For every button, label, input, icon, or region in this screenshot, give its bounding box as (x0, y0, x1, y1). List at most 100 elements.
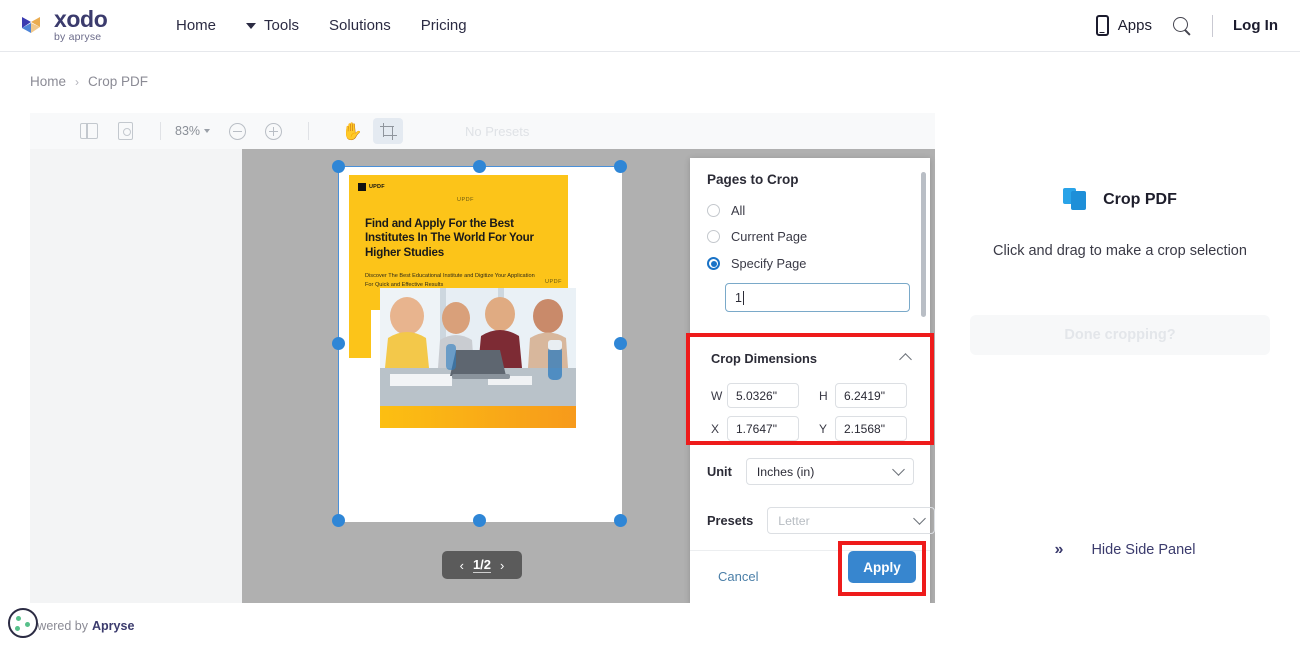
apps-button[interactable]: Apps (1096, 15, 1152, 36)
unit-row: Unit Inches (in) (707, 458, 914, 485)
side-panel-icon (80, 123, 98, 139)
crop-handle-top-right[interactable] (614, 160, 627, 173)
presets-select[interactable]: Letter (767, 507, 935, 534)
nav-item-tools-label: Tools (264, 17, 299, 34)
zoom-out-button[interactable] (222, 118, 252, 144)
zoom-level-dropdown[interactable]: 83% (175, 124, 210, 138)
toolbar-divider-2 (308, 122, 309, 140)
side-panel-title: Crop PDF (1103, 191, 1177, 209)
xodo-logo-icon (18, 11, 48, 41)
crop-handle-bottom-right[interactable] (614, 514, 627, 527)
zoom-in-button[interactable] (258, 118, 288, 144)
crop-handle-top-center[interactable] (473, 160, 486, 173)
page-view-button[interactable] (110, 118, 140, 144)
crop-pdf-icon (1063, 186, 1091, 214)
pdf-brand-logo: UPDF (358, 183, 385, 191)
chevron-up-icon[interactable] (899, 353, 912, 366)
radio-icon-selected (707, 257, 720, 270)
nav-item-pricing[interactable]: Pricing (421, 17, 467, 34)
panel-scrollbar[interactable] (921, 172, 926, 317)
top-navigation-bar: xodo by apryse Home Tools Solutions Pric… (0, 0, 1300, 52)
pdf-logo-text: UPDF (369, 184, 385, 190)
width-input[interactable]: 5.0326" (727, 383, 799, 408)
right-side-panel: Crop PDF Click and drag to make a crop s… (940, 113, 1300, 604)
crop-handle-bottom-center[interactable] (473, 514, 486, 527)
pdf-footer-bar (380, 406, 576, 428)
x-field[interactable]: X 1.7647" (711, 416, 799, 441)
radio-option-all[interactable]: All (707, 203, 745, 218)
apply-button[interactable]: Apply (848, 551, 916, 583)
breadcrumb: Home › Crop PDF (30, 74, 148, 89)
brand-logo-link[interactable]: xodo by apryse (18, 8, 138, 43)
chevron-down-icon (913, 512, 926, 525)
crop-dimensions-section: Crop Dimensions W 5.0326" H 6.2419" X 1.… (690, 337, 930, 441)
hide-side-panel-button[interactable]: » Hide Side Panel (960, 541, 1290, 559)
crop-selection-box[interactable]: UPDF UPDF Find and Apply For the Best In… (338, 166, 621, 521)
page-navigation: ‹ 1/2 › (442, 551, 522, 579)
mobile-phone-icon (1096, 15, 1109, 36)
pan-tool-button[interactable]: ✋ (337, 118, 367, 144)
crop-handle-middle-right[interactable] (614, 337, 627, 350)
zoom-in-icon (265, 123, 282, 140)
presets-label: Presets (707, 513, 753, 528)
y-field[interactable]: Y 2.1568" (819, 416, 907, 441)
height-input[interactable]: 6.2419" (835, 383, 907, 408)
toggle-side-panel-button[interactable] (74, 118, 104, 144)
next-page-button[interactable]: › (500, 558, 504, 573)
crop-handle-middle-left[interactable] (332, 337, 345, 350)
crop-panel-footer: Cancel Apply (690, 550, 930, 604)
crop-handle-bottom-left[interactable] (332, 514, 345, 527)
presets-row: Presets Letter (707, 507, 935, 534)
cookie-consent-icon[interactable] (8, 608, 38, 638)
pdf-watermark-mid: UPDF (545, 279, 562, 285)
crop-handle-top-left[interactable] (332, 160, 345, 173)
pdf-subtitle: Discover The Best Educational Institute … (365, 272, 540, 289)
x-label: X (711, 422, 720, 436)
previous-page-button[interactable]: ‹ (460, 558, 464, 573)
chevron-down-icon (204, 129, 210, 133)
radio-option-specify-page[interactable]: Specify Page (707, 256, 806, 271)
main-nav-links: Home Tools Solutions Pricing (176, 17, 467, 34)
chevron-down-icon (892, 463, 905, 476)
brand-subtitle: by apryse (54, 32, 107, 43)
login-button[interactable]: Log In (1233, 17, 1278, 34)
x-input[interactable]: 1.7647" (727, 416, 799, 441)
width-field[interactable]: W 5.0326" (711, 383, 799, 408)
nav-right-group: Apps Log In (1096, 15, 1278, 37)
done-cropping-button[interactable]: Done cropping? (970, 315, 1270, 355)
zoom-level-value: 83% (175, 124, 200, 138)
breadcrumb-home[interactable]: Home (30, 74, 66, 89)
nav-item-tools[interactable]: Tools (246, 17, 299, 34)
y-input[interactable]: 2.1568" (835, 416, 907, 441)
page-indicator[interactable]: 1/2 (473, 557, 491, 573)
zoom-out-icon (229, 123, 246, 140)
crop-options-panel: Pages to Crop All Current Page Specify P… (690, 158, 930, 604)
pdf-accent-strip (349, 300, 371, 358)
unit-value: Inches (in) (757, 465, 814, 479)
crop-dimensions-highlight: Crop Dimensions W 5.0326" H 6.2419" X 1.… (686, 333, 934, 445)
unit-select[interactable]: Inches (in) (746, 458, 914, 485)
powered-by-text: Powered byApryse (22, 619, 134, 633)
pdf-watermark-top: UPDF (457, 197, 474, 203)
unit-label: Unit (707, 464, 732, 479)
pdf-title: Find and Apply For the Best Institutes I… (365, 217, 555, 260)
crop-tool-button[interactable] (373, 118, 403, 144)
width-label: W (711, 389, 720, 403)
pdf-photo-image (380, 288, 576, 406)
height-label: H (819, 389, 828, 403)
cancel-button[interactable]: Cancel (718, 569, 758, 584)
side-panel-description: Click and drag to make a crop selection (940, 241, 1300, 262)
radio-option-current-page[interactable]: Current Page (707, 229, 807, 244)
search-icon[interactable] (1172, 16, 1192, 36)
specify-page-input[interactable]: 1 (725, 283, 910, 312)
height-field[interactable]: H 6.2419" (819, 383, 907, 408)
chevron-down-icon (246, 23, 256, 29)
breadcrumb-separator: › (75, 75, 79, 89)
nav-item-home[interactable]: Home (176, 17, 216, 34)
brand-name: xodo (54, 8, 107, 31)
crop-tool-icon (380, 123, 397, 140)
nav-item-solutions[interactable]: Solutions (329, 17, 391, 34)
viewer-toolbar: 83% ✋ No Presets (30, 113, 935, 149)
text-cursor (743, 291, 744, 305)
powered-by-brand: Apryse (92, 619, 134, 633)
